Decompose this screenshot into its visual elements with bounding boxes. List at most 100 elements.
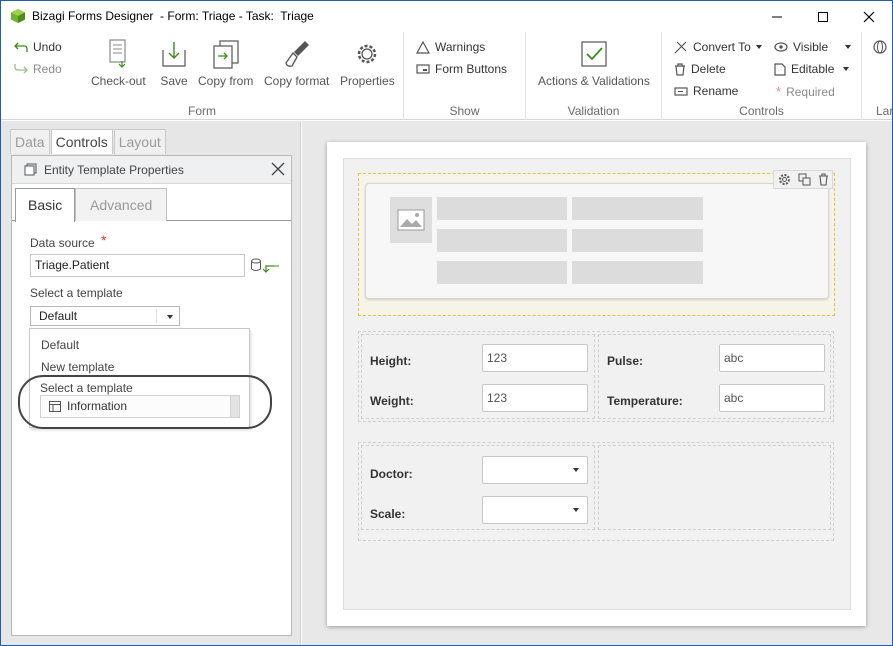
ribbon: Undo Redo Check-out Save Copy from Copy … — [1, 32, 892, 120]
convert-icon — [674, 41, 687, 53]
checkout-label: Check-out — [91, 74, 146, 88]
validation-group-label: Validation — [567, 104, 620, 118]
language-group: Lar — [862, 32, 892, 120]
chevron-down-icon — [573, 508, 579, 512]
properties-button[interactable]: Properties — [340, 38, 395, 88]
close-window-button[interactable] — [846, 1, 892, 32]
convert-to-button[interactable]: Convert To — [674, 40, 762, 54]
undo-icon — [14, 42, 28, 52]
required-mark: * — [101, 232, 107, 248]
warnings-label: Warnings — [435, 40, 486, 54]
delete-label: Delete — [691, 62, 726, 76]
tab-basic[interactable]: Basic — [15, 188, 76, 222]
image-placeholder — [390, 197, 432, 243]
chevron-down-icon — [845, 45, 852, 49]
visible-toggle[interactable]: Visible — [774, 40, 852, 54]
chevron-down-icon — [167, 315, 173, 319]
globe-icon[interactable] — [873, 40, 887, 54]
field-label-pulse: Pulse: — [607, 354, 644, 368]
tab-controls[interactable]: Controls — [50, 129, 113, 154]
eye-icon — [774, 42, 788, 52]
paint-brush-icon — [284, 41, 309, 67]
temperature-input[interactable]: abc — [719, 384, 825, 412]
properties-title: Entity Template Properties — [44, 163, 184, 177]
left-panel: Data Controls Layout Entity Template Pro… — [1, 121, 301, 645]
redo-button[interactable]: Redo — [14, 62, 62, 76]
entity-template-icon — [24, 163, 37, 176]
select-template-label: Select a template — [30, 286, 123, 300]
show-group-label: Show — [449, 104, 480, 118]
redo-icon — [14, 64, 28, 74]
properties-label: Properties — [340, 74, 395, 88]
maximize-button[interactable] — [800, 1, 846, 32]
server-icon — [109, 39, 126, 68]
bizagi-logo-icon — [11, 9, 25, 23]
rename-label: Rename — [693, 84, 739, 98]
redo-label: Redo — [33, 62, 62, 76]
gear-icon[interactable] — [778, 173, 791, 186]
save-button[interactable]: Save — [159, 38, 189, 88]
minimize-icon — [772, 16, 782, 17]
tab-advanced[interactable]: Advanced — [75, 188, 168, 221]
language-group-label: Lar — [876, 104, 893, 118]
show-group: Warnings Form Buttons Show — [404, 32, 526, 120]
editable-toggle[interactable]: Editable — [774, 62, 850, 76]
doctor-select[interactable] — [482, 456, 588, 484]
minimize-button[interactable] — [754, 1, 800, 32]
controls-group: Convert To Delete Rename Visible Editabl… — [662, 32, 862, 120]
move-icon[interactable] — [798, 173, 811, 186]
placeholder-bar — [437, 261, 567, 284]
field-label-weight: Weight: — [370, 394, 414, 408]
save-label: Save — [160, 74, 188, 88]
dropdown-item-new-template[interactable]: New template — [41, 360, 114, 374]
form-buttons-icon — [416, 64, 430, 74]
delete-button[interactable]: Delete — [674, 62, 726, 76]
form-buttons-toggle[interactable]: Form Buttons — [416, 62, 507, 76]
trash-icon[interactable] — [818, 173, 829, 186]
dropdown-item-default[interactable]: Default — [41, 338, 79, 352]
placeholder-bar — [572, 229, 703, 252]
data-source-label: Data source * — [30, 232, 107, 250]
actions-validations-label: Actions & Validations — [538, 74, 650, 88]
panel-tabs: Data Controls Layout — [10, 129, 167, 154]
weight-input[interactable]: 123 — [482, 384, 588, 412]
properties-header: Entity Template Properties — [12, 156, 291, 184]
validation-group: Actions & Validations Validation — [526, 32, 662, 120]
visible-label: Visible — [793, 40, 829, 54]
property-subtabs: Basic Advanced — [12, 184, 291, 222]
tab-layout[interactable]: Layout — [113, 129, 166, 154]
data-source-input[interactable]: Triage.Patient — [30, 254, 245, 277]
rename-button[interactable]: Rename — [674, 84, 738, 98]
scale-select[interactable] — [482, 496, 588, 524]
tab-data[interactable]: Data — [10, 129, 50, 154]
checkmark-icon — [581, 41, 607, 67]
checkout-button[interactable]: Check-out — [91, 38, 146, 88]
data-source-picker-icon[interactable] — [250, 258, 280, 276]
rename-icon — [674, 86, 688, 96]
form-group-label: Form — [188, 104, 216, 118]
close-icon — [863, 11, 875, 22]
highlight-annotation — [18, 375, 272, 429]
pulse-input[interactable]: abc — [719, 344, 825, 372]
height-input[interactable]: 123 — [482, 344, 588, 372]
form-group: Undo Redo Check-out Save Copy from Copy … — [1, 32, 404, 120]
copy-from-button[interactable]: Copy from — [198, 38, 253, 88]
placeholder-bar — [437, 229, 567, 252]
save-icon — [162, 42, 186, 67]
required-toggle[interactable]: * Required — [776, 84, 835, 99]
warnings-toggle[interactable]: Warnings — [416, 40, 485, 54]
copy-format-label: Copy format — [264, 74, 330, 88]
copy-from-icon — [213, 40, 239, 69]
trash-icon — [675, 62, 685, 76]
close-icon[interactable] — [271, 162, 285, 176]
window-title: Bizagi Forms Designer - Form: Triage - T… — [32, 9, 314, 23]
chevron-down-icon — [573, 468, 579, 472]
gear-icon — [358, 44, 377, 64]
field-label-doctor: Doctor: — [370, 467, 413, 481]
template-select[interactable]: Default — [30, 306, 180, 326]
editable-label: Editable — [791, 62, 835, 76]
actions-validations-button[interactable]: Actions & Validations — [538, 38, 650, 88]
convert-to-label: Convert To — [693, 40, 751, 54]
copy-format-button[interactable]: Copy format — [264, 38, 329, 88]
undo-button[interactable]: Undo — [14, 40, 62, 54]
